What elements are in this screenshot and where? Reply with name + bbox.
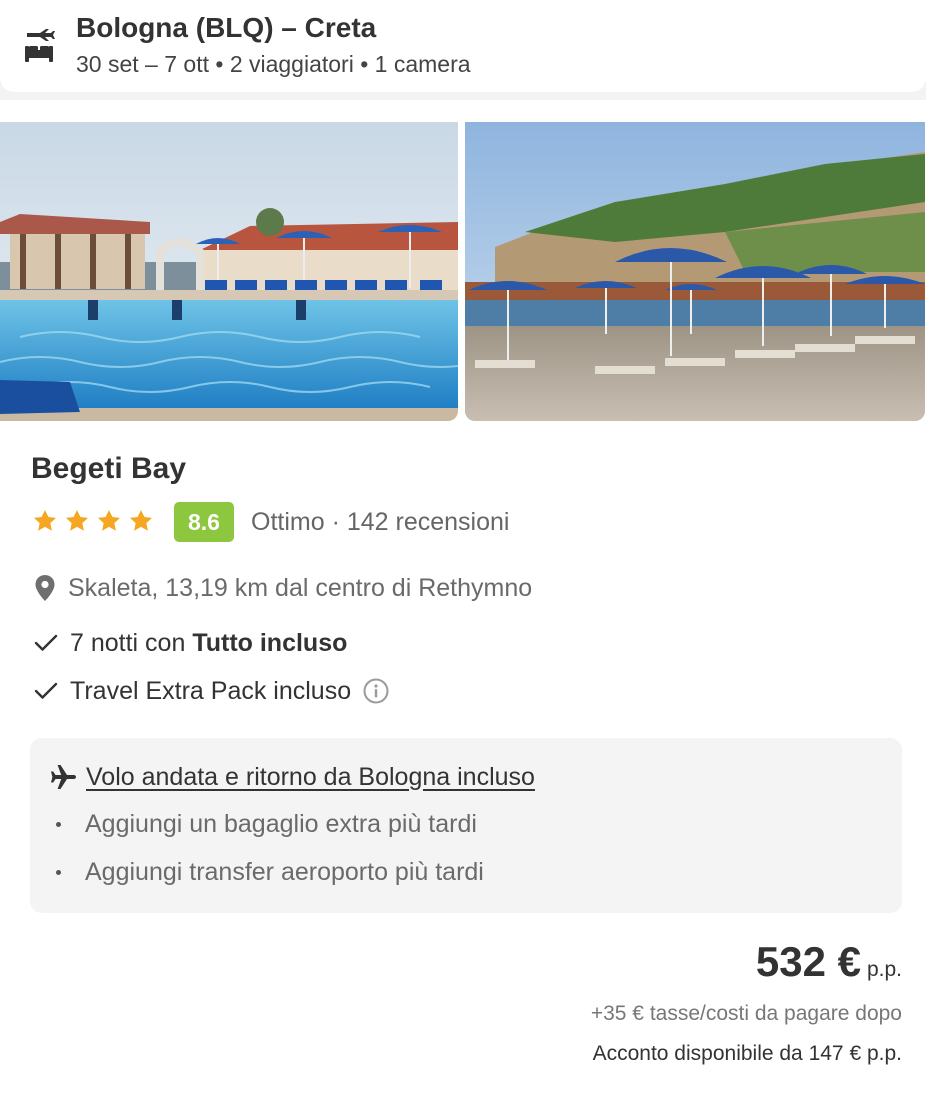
map-pin-icon <box>35 575 55 601</box>
star-rating <box>32 508 154 538</box>
hotel-name[interactable]: Begeti Bay <box>31 452 186 486</box>
route-title: Bologna (BLQ) – Creta <box>76 12 377 43</box>
feature-text: Travel Extra Pack incluso <box>70 676 352 705</box>
flight-included-link[interactable]: Volo andata e ritorno da Bologna incluso <box>86 763 535 792</box>
beach-photo-image <box>465 122 925 421</box>
location-text: Skaleta, 13,19 km dal centro di Rethymno <box>68 573 533 602</box>
airport-transfer-note: Aggiungi transfer aeroporto più tardi <box>56 858 484 887</box>
review-score-badge: 8.6 <box>174 502 234 542</box>
feature-text: 7 notti con Tutto incluso <box>70 628 348 657</box>
checkmark-icon <box>34 634 58 651</box>
deposit-note: Acconto disponibile da 147 € p.p. <box>592 1042 902 1065</box>
flight-info-box: Volo andata e ritorno da Bologna incluso… <box>30 738 902 913</box>
feature-all-inclusive: 7 notti con Tutto incluso <box>34 627 347 659</box>
star-icon <box>97 509 121 531</box>
feature-travel-extra-pack: Travel Extra Pack incluso <box>34 675 389 707</box>
bullet-icon <box>56 822 61 827</box>
star-icon <box>65 509 89 531</box>
extra-baggage-note: Aggiungi un bagaglio extra più tardi <box>56 810 477 839</box>
search-summary-header[interactable]: Bologna (BLQ) – Creta 30 set – 7 ott • 2… <box>0 0 926 92</box>
pool-photo[interactable] <box>0 122 458 421</box>
bullet-icon <box>56 870 61 875</box>
price-amount: 532 € <box>755 938 861 985</box>
airport-transfer-text: Aggiungi transfer aeroporto più tardi <box>85 858 484 886</box>
hotel-location: Skaleta, 13,19 km dal centro di Rethymno <box>34 572 532 604</box>
price-per-person: 532 € p.p. <box>756 938 902 986</box>
pool-photo-image <box>0 122 458 421</box>
price-unit: p.p. <box>866 958 902 981</box>
flight-hotel-icon <box>25 29 55 62</box>
extra-baggage-text: Aggiungi un bagaglio extra più tardi <box>85 810 477 838</box>
checkmark-icon <box>34 682 58 699</box>
star-icon <box>129 509 153 531</box>
taxes-note: +35 € tasse/costi da pagare dopo <box>590 1002 902 1025</box>
info-icon[interactable] <box>363 678 389 704</box>
airplane-icon <box>51 765 76 789</box>
beach-photo[interactable] <box>465 122 925 421</box>
review-summary[interactable]: Ottimo · 142 recensioni <box>251 508 509 537</box>
hotel-offer-card[interactable]: Begeti Bay 8.6 Ottimo · 142 recensioni S… <box>0 100 926 1098</box>
star-icon <box>33 509 57 531</box>
trip-details: 30 set – 7 ott • 2 viaggiatori • 1 camer… <box>76 51 471 77</box>
flight-included[interactable]: Volo andata e ritorno da Bologna incluso <box>48 762 535 792</box>
